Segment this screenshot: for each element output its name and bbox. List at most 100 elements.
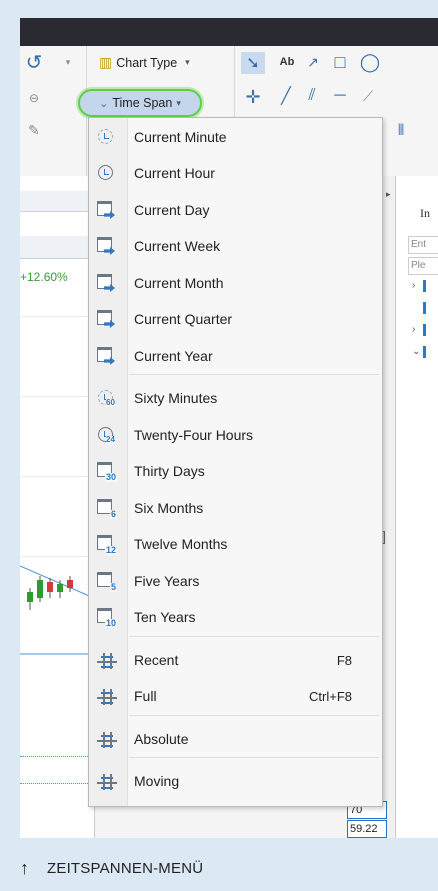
arrow-line-icon[interactable]: ↗ [303, 52, 323, 72]
chart-type-label: Chart Type [116, 55, 178, 70]
menu-item-thirty-days[interactable]: 30 Thirty Days [89, 456, 382, 486]
draw-pen-icon[interactable]: ✎ [24, 120, 44, 140]
moving-range-icon [95, 771, 117, 791]
menu-item-label: Absolute [134, 731, 189, 747]
menu-item-shortcut: F8 [336, 652, 352, 668]
right-panel-select[interactable]: Ple [408, 257, 438, 275]
menu-item-current-year[interactable]: Current Year [89, 341, 382, 371]
full-range-icon [95, 686, 117, 706]
screenshot-frame: ↺ ▾ ⊖ ✎ ▥ Chart Type ▾ ⌄ Time Span ▾ ➘ ✛… [0, 0, 438, 891]
chart-pane-left[interactable]: +12.60% [20, 176, 95, 838]
badge-number: 5 [109, 582, 117, 592]
menu-item-label: Moving [134, 773, 180, 789]
calendar-arrow-icon [95, 236, 117, 256]
menu-item-sixty-minutes[interactable]: 60 Sixty Minutes [89, 383, 382, 413]
gridline [20, 396, 94, 397]
candle [47, 582, 53, 592]
menu-item-label: Current Week [134, 238, 221, 254]
badge-number: 60 [106, 398, 115, 407]
undo-dropdown-chevron-icon[interactable]: ▾ [62, 54, 74, 70]
calendar-6-icon: 6 [95, 498, 117, 519]
time-span-dropdown-menu: Current Minute Current Hour Current Day Cur… [88, 117, 383, 807]
menu-item-current-week[interactable]: Current Week [89, 231, 382, 261]
ellipse-icon[interactable]: ◯ [360, 52, 380, 72]
menu-item-twenty-four-hours[interactable]: 24 Twenty-Four Hours [89, 420, 382, 450]
menu-item-absolute[interactable]: Absolute [89, 724, 382, 754]
candle [27, 592, 33, 602]
menu-item-label: Recent [134, 652, 179, 668]
menu-item-six-months[interactable]: 6 Six Months [89, 493, 382, 523]
badge-number: 6 [109, 509, 117, 519]
ray-line-icon[interactable]: ⟋ [358, 86, 378, 106]
menu-item-label: Ten Years [134, 609, 196, 625]
badge-number: 10 [104, 618, 117, 628]
menu-item-moving[interactable]: Moving [89, 766, 382, 796]
badge-number: 24 [106, 435, 115, 444]
calendar-10-icon: 10 [95, 607, 117, 628]
clock-60-icon: 60 [95, 388, 117, 408]
tree-item-marker [423, 280, 426, 292]
chevron-down-icon: ⌄ [99, 97, 109, 110]
right-panel-input[interactable]: Ent [408, 236, 438, 254]
chart-type-button[interactable]: ▥ Chart Type ▾ [99, 54, 190, 71]
right-panel-header: In [420, 206, 430, 220]
menu-item-shortcut: Ctrl+F8 [309, 688, 352, 704]
menu-item-current-month[interactable]: Current Month [89, 268, 382, 298]
tree-expand-icon[interactable]: › [412, 280, 415, 291]
caption-text: ZEITSPANNEN-MENÜ [47, 859, 204, 877]
text-tool-icon[interactable]: Ab [276, 52, 298, 72]
dropdown-caret-icon: ▾ [176, 97, 181, 108]
calendar-arrow-icon [95, 309, 117, 329]
tree-collapse-icon[interactable]: ⌄ [412, 346, 420, 357]
menu-item-current-hour[interactable]: Current Hour [89, 158, 382, 188]
menu-item-label: Thirty Days [134, 463, 205, 479]
crosshair-icon[interactable]: ✛ [241, 86, 265, 108]
calendar-arrow-icon [95, 346, 117, 366]
menu-separator [129, 374, 379, 375]
menu-item-twelve-months[interactable]: 12 Twelve Months [89, 529, 382, 559]
recent-range-icon [95, 650, 117, 670]
calendar-30-icon: 30 [95, 461, 117, 482]
rectangle-icon[interactable]: □ [330, 52, 350, 72]
menu-separator [129, 715, 379, 716]
menu-item-current-minute[interactable]: Current Minute [89, 122, 382, 152]
menu-item-full[interactable]: Full Ctrl+F8 [89, 681, 382, 711]
tab-strip [20, 191, 94, 212]
clock-dashed-icon [95, 127, 117, 147]
menu-item-current-day[interactable]: Current Day [89, 195, 382, 225]
trend-line-icon[interactable]: ╱ [276, 86, 296, 106]
time-span-button[interactable]: ⌄ Time Span ▾ [78, 89, 202, 117]
menu-item-label: Six Months [134, 500, 204, 516]
menu-item-label: Five Years [134, 573, 200, 589]
chevron-right-icon[interactable]: ▸ [386, 189, 391, 200]
axis-value-box: 59.22 [347, 820, 387, 838]
undo-icon[interactable]: ↺ [24, 52, 44, 74]
price-candles [20, 565, 94, 655]
tree-item-marker [423, 324, 426, 336]
change-percent: +12.60% [20, 270, 68, 284]
gridline [20, 476, 94, 477]
channel-lines-icon[interactable]: ⦀ [392, 120, 410, 140]
menu-item-current-quarter[interactable]: Current Quarter [89, 304, 382, 334]
candle [37, 580, 43, 598]
chevron-down-icon: ▾ [185, 57, 190, 67]
calendar-5-icon: 5 [95, 571, 117, 592]
menu-item-label: Current Month [134, 275, 224, 291]
up-arrow-icon: ↑ [20, 857, 29, 878]
menu-item-label: Current Quarter [134, 311, 233, 327]
menu-item-label: Current Year [134, 348, 213, 364]
select-arrow-icon[interactable]: ➘ [241, 52, 265, 74]
horizontal-line-icon[interactable]: ─ [330, 86, 350, 106]
menu-item-five-years[interactable]: 5 Five Years [89, 566, 382, 596]
menu-item-label: Twenty-Four Hours [134, 427, 254, 443]
menu-item-recent[interactable]: Recent F8 [89, 645, 382, 675]
badge-number: 30 [104, 472, 117, 482]
indicator-icon[interactable]: ⊖ [24, 88, 44, 108]
title-bar [20, 18, 438, 46]
parallel-lines-icon[interactable]: ⫽ [302, 86, 322, 106]
tree-expand-icon[interactable]: › [412, 324, 415, 335]
badge-number: 12 [104, 545, 117, 555]
menu-item-label: Full [134, 688, 157, 704]
menu-item-ten-years[interactable]: 10 Ten Years [89, 602, 382, 632]
menu-item-label: Current Hour [134, 165, 215, 181]
